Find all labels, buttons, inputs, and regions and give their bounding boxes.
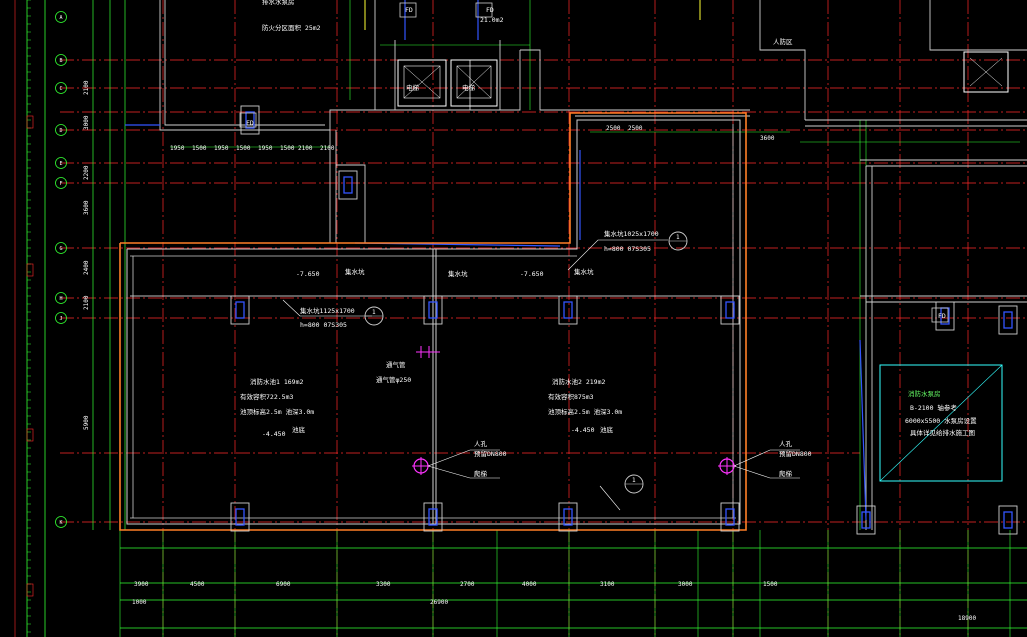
annotation-note: FD: [938, 312, 946, 320]
annotation-note: 防火分区面积 25m2: [262, 23, 321, 32]
axis-bubble-label: B: [59, 58, 62, 64]
dim-text-top: 1500: [236, 145, 251, 152]
annotation-note: 电梯: [406, 83, 420, 92]
dim-text-bottom: 6900: [276, 581, 291, 588]
dim-text-top: 2500: [628, 125, 643, 132]
callout-label: 1: [372, 309, 376, 316]
annotation-note: FD: [486, 6, 494, 14]
dim-text-bottom: 3900: [134, 581, 149, 588]
axis-bubble-label: E: [59, 161, 62, 167]
annotation-note: FD: [405, 6, 413, 14]
annotation-note: 集水坑: [574, 267, 594, 276]
annotation-note: 通气管φ250: [376, 375, 411, 384]
dim-text-bottom: 3100: [600, 581, 615, 588]
axis-bubble-label: C: [59, 86, 62, 92]
annotation-note: 消防水池1 169m2: [250, 377, 303, 386]
dim-text-top: 1500: [280, 145, 295, 152]
axis-bubble-label: F: [59, 181, 62, 187]
annotation-note: 消防水泵房: [908, 389, 941, 398]
dim-text-top: 1950: [258, 145, 273, 152]
annotation-note: 爬梯: [474, 469, 488, 478]
annotation-note: 爬梯: [779, 469, 793, 478]
annotation-note: 预留DN800: [779, 449, 812, 458]
drawing-background: [0, 0, 1027, 637]
dim-text-bottom: 4000: [522, 581, 537, 588]
annotation-note: 电梯: [462, 83, 476, 92]
annotation-note: 集水坑: [448, 269, 468, 278]
annotation-note: 池顶标高2.5m 池深3.0m: [548, 407, 622, 416]
callout-label: 1: [632, 477, 636, 484]
dim-text-left: 3600: [83, 200, 90, 215]
annotation-note: -4.450: [262, 430, 286, 438]
dim-text-left: 2200: [83, 165, 90, 180]
annotation-note: h=800 07S305: [604, 245, 651, 253]
annotation-note: 人孔: [779, 440, 793, 448]
dim-text-bottom-right: 18900: [958, 615, 976, 622]
dim-text-bottom-left: 1000: [132, 599, 147, 606]
annotation-note: 预留DN800: [474, 449, 507, 458]
axis-bubble-label: K: [59, 520, 62, 526]
axis-bubble-label: H: [59, 296, 62, 302]
dim-text-top: 2500: [606, 125, 621, 132]
annotation-note: 排水水泵房: [262, 0, 295, 6]
annotation-note: FD: [246, 119, 254, 127]
annotation-note: 消防水池2 219m2: [552, 377, 605, 386]
annotation-note: 集水坑: [345, 267, 365, 276]
callout-label: 1: [676, 234, 680, 241]
dim-text-top: 1950: [170, 145, 185, 152]
dim-text-bottom: 3300: [376, 581, 391, 588]
dim-text-top: 1500: [192, 145, 207, 152]
dim-text-bottom: 2700: [460, 581, 475, 588]
dim-text-top: 2100: [298, 145, 313, 152]
axis-bubble-label: J: [59, 316, 62, 322]
annotation-note: -4.450: [571, 426, 595, 434]
axis-bubble-label: G: [59, 246, 62, 252]
dim-text-left: 5900: [83, 415, 90, 430]
dim-text-left: 2100: [83, 80, 90, 95]
dim-text-bottom: 1500: [763, 581, 778, 588]
annotation-note: 6000x5500 水泵房设置: [905, 416, 977, 425]
annotation-note: 池顶标高2.5m 池深3.0m: [240, 407, 314, 416]
dim-text-left: 2100: [83, 295, 90, 310]
dim-text-bottom: 4500: [190, 581, 205, 588]
annotation-note: 池底: [600, 425, 614, 434]
dim-text-bottom: 3000: [678, 581, 693, 588]
annotation-note: 有效容积875m3: [548, 392, 594, 401]
annotation-note: 有效容积722.5m3: [240, 392, 293, 401]
annotation-note: -7.650: [296, 270, 320, 278]
axis-bubble-label: D: [59, 128, 62, 134]
dim-text-top: 2100: [320, 145, 335, 152]
annotation-note: -7.650: [520, 270, 544, 278]
annotation-note: 池底: [292, 425, 306, 434]
annotation-note: h=800 07S305: [300, 321, 347, 329]
axis-bubble-label: A: [59, 15, 62, 21]
dim-text-top: 1950: [214, 145, 229, 152]
dim-text-bottom-total: 26900: [430, 599, 448, 606]
annotation-note: 集水坑1025x1700: [604, 229, 659, 238]
dim-text-left: 2400: [83, 260, 90, 275]
annotation-note: 人防区: [773, 37, 793, 46]
annotation-note: 集水坑1125x1700: [300, 306, 355, 315]
dim-text-left: 3000: [83, 115, 90, 130]
annotation-note: 通气管: [386, 360, 406, 369]
annotation-note: B-2100 轴参考: [910, 403, 957, 412]
annotation-note: 人孔: [474, 440, 488, 448]
annotation-note: 具体详见给排水施工图: [910, 428, 975, 437]
annotation-note: 21.0m2: [480, 16, 504, 24]
dim-text-top: 3600: [760, 135, 775, 142]
cad-drawing-canvas[interactable]: A B C D E F G H J K 111 1950 1500 1950 1500 1950 …: [0, 0, 1027, 637]
